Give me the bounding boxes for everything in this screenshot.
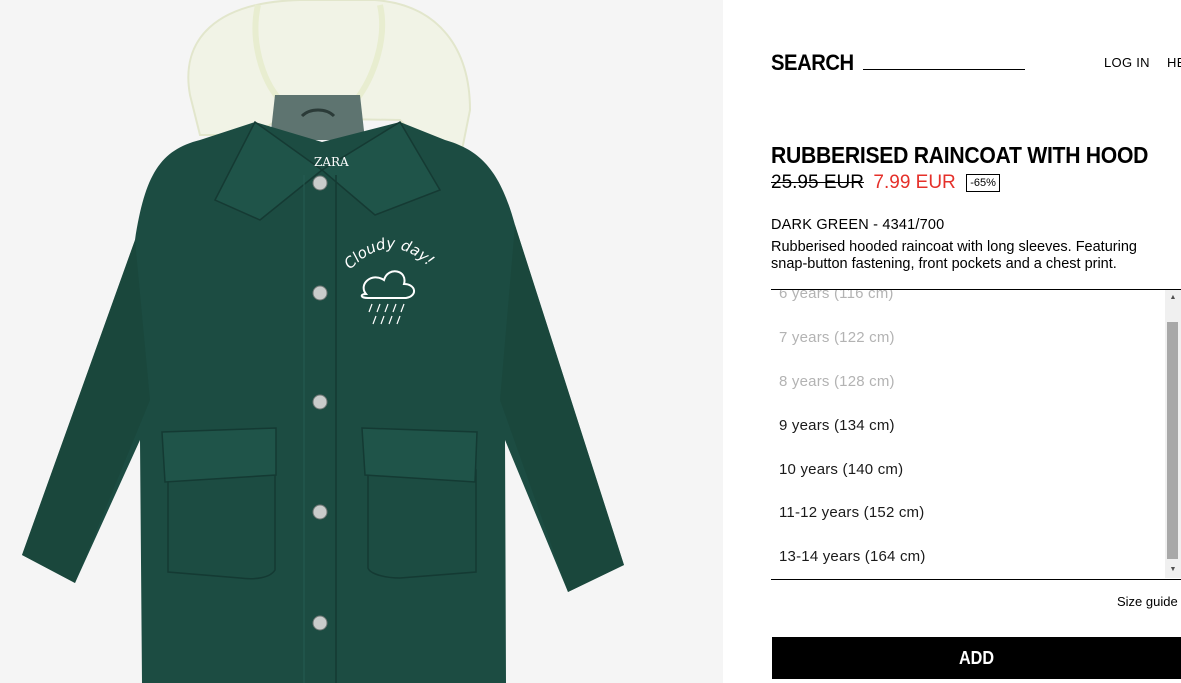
product-image[interactable]: ZARA Cloudy day!	[0, 0, 723, 683]
scroll-up-icon[interactable]: ▲	[1165, 290, 1181, 306]
size-option-11-12-years[interactable]: 11-12 years (152 cm)	[779, 504, 924, 521]
product-description: Rubberised hooded raincoat with long sle…	[771, 239, 1181, 273]
size-guide-link[interactable]: Size guide	[1117, 594, 1178, 609]
size-option-7-years: 7 years (122 cm)	[779, 329, 895, 346]
raincoat-photo-icon: ZARA Cloudy day!	[22, 0, 624, 683]
color-reference: DARK GREEN - 4341/700	[771, 217, 945, 233]
size-option-6-years: 6 years (116 cm)	[779, 289, 894, 302]
scroll-down-icon[interactable]: ▼	[1165, 562, 1181, 578]
size-list-scrollbar[interactable]: ▲ ▼	[1165, 290, 1181, 578]
search-label[interactable]: SEARCH	[771, 50, 854, 76]
size-option-9-years[interactable]: 9 years (134 cm)	[779, 417, 895, 434]
product-title: RUBBERISED RAINCOAT WITH HOOD	[771, 142, 1149, 168]
search-input[interactable]	[863, 69, 1025, 70]
size-option-13-14-years[interactable]: 13-14 years (164 cm)	[779, 548, 926, 565]
login-link[interactable]: LOG IN	[1104, 55, 1150, 70]
help-link[interactable]: HE	[1167, 55, 1181, 70]
size-option-8-years: 8 years (128 cm)	[779, 373, 895, 390]
scrollbar-thumb[interactable]	[1167, 322, 1178, 559]
discount-badge: -65%	[966, 174, 1000, 192]
add-button-label: ADD	[958, 648, 995, 668]
size-option-10-years[interactable]: 10 years (140 cm)	[779, 461, 903, 478]
price-row: 25.95 EUR 7.99 EUR -65%	[771, 172, 1000, 196]
old-price: 25.95 EUR	[771, 172, 864, 193]
size-list[interactable]: 6 years (116 cm) 7 years (122 cm) 8 year…	[771, 289, 1181, 580]
sale-price: 7.99 EUR	[873, 172, 956, 193]
add-to-cart-button[interactable]: ADD	[772, 637, 1181, 679]
description-line: Rubberised hooded raincoat with long sle…	[771, 239, 1137, 255]
description-line: snap-button fastening, front pockets and…	[771, 256, 1117, 272]
brand-label: ZARA	[314, 155, 349, 169]
